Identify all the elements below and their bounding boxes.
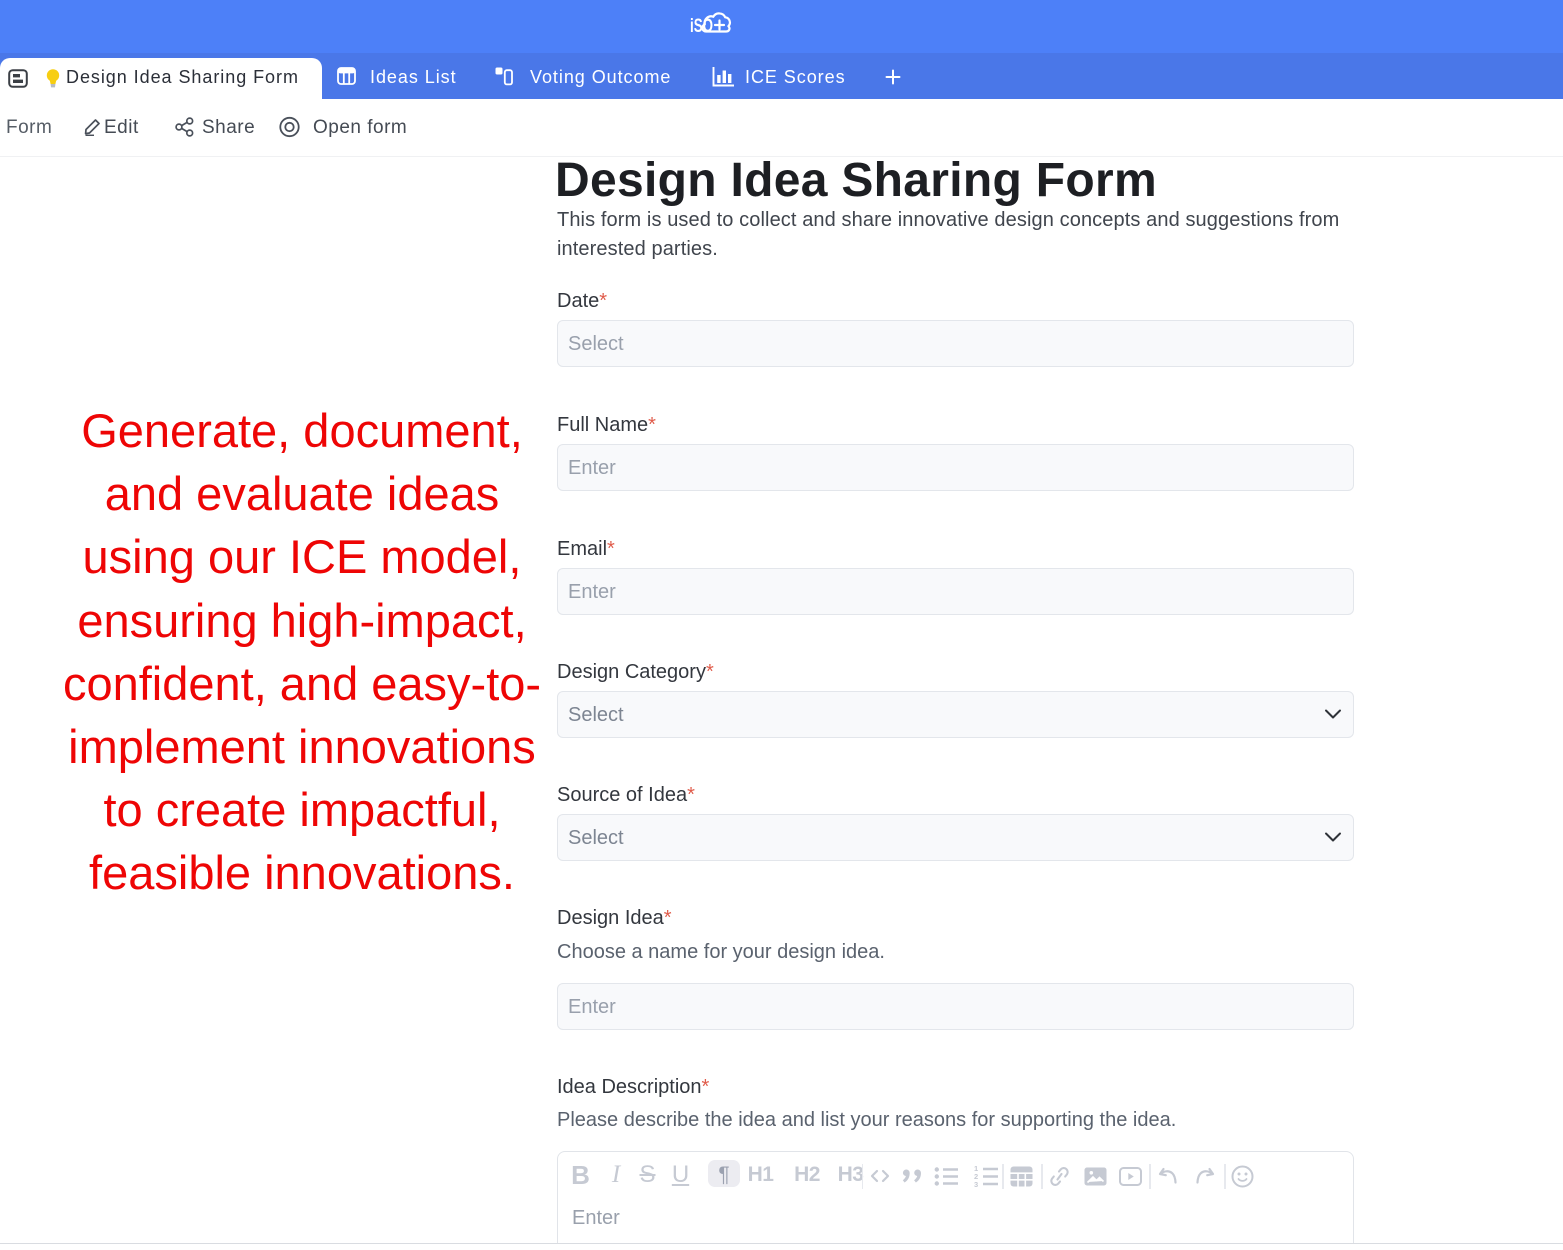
- svg-text:iSO: iSO: [690, 16, 713, 36]
- svg-text:3: 3: [974, 1180, 978, 1187]
